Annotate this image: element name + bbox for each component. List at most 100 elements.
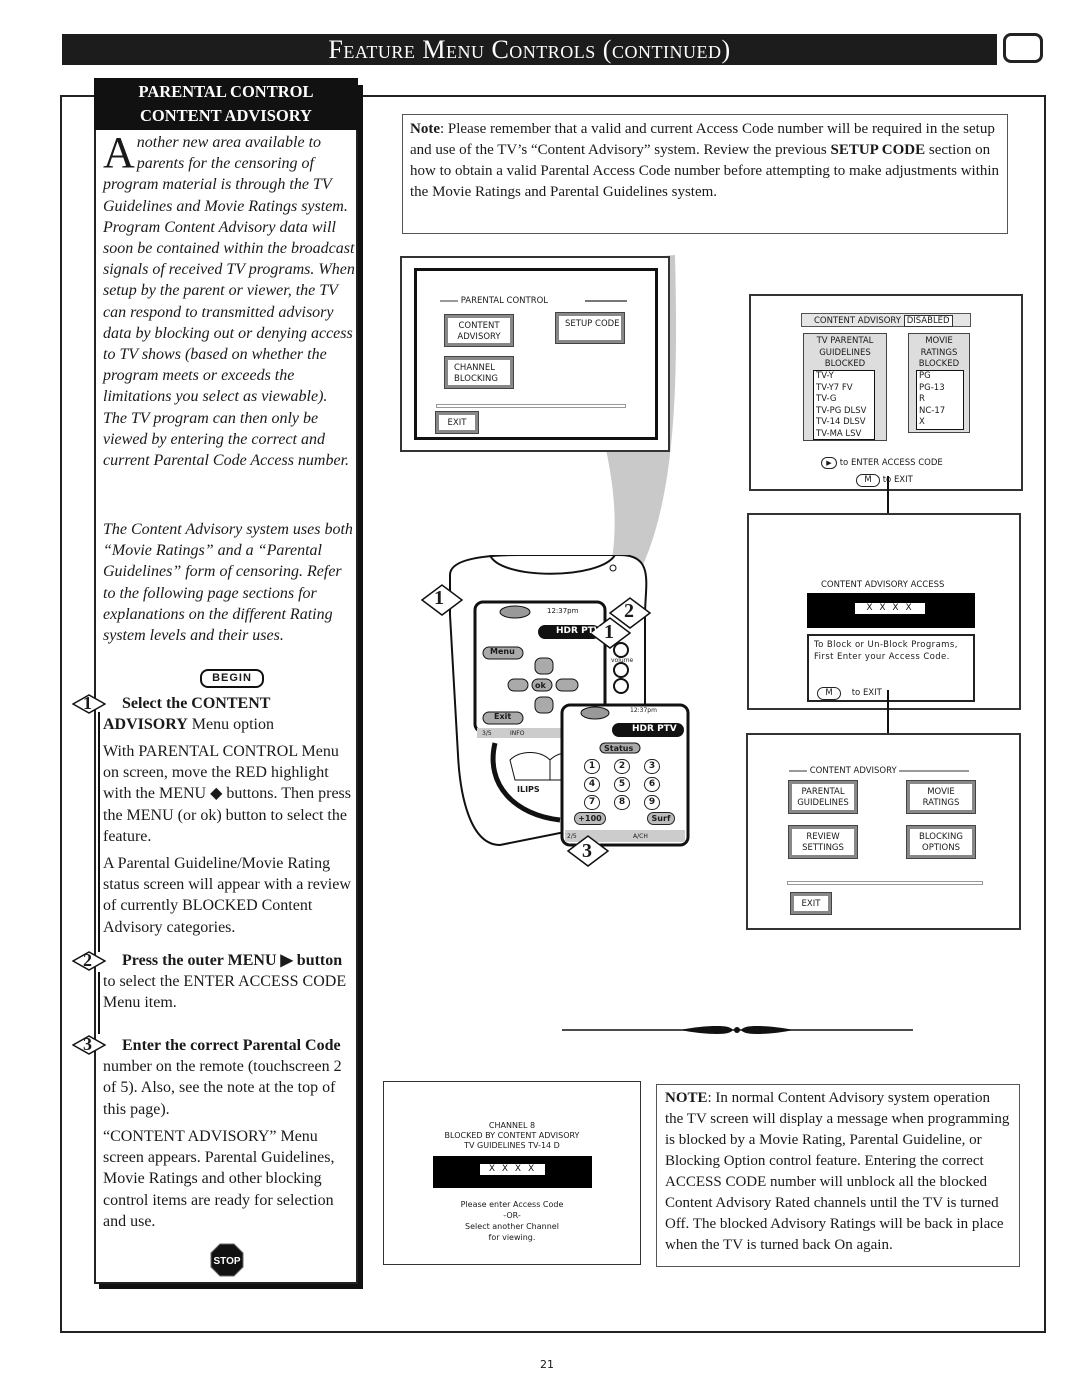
intro-paragraph-2: The Content Advisory system uses both “M… [103, 521, 353, 645]
parental-control-title: PARENTAL CONTROL [440, 296, 548, 306]
keypad-key[interactable]: 7 [584, 795, 600, 810]
remote-brand: ILIPS [517, 785, 540, 794]
keypad-key[interactable]: 8 [614, 795, 630, 810]
step-1-number: 1 [83, 693, 92, 713]
keypad-key[interactable]: 4 [584, 777, 600, 792]
callout-1b-number: 1 [604, 621, 614, 643]
remote-page-1: 3/5 [482, 730, 492, 737]
keypad-key[interactable]: 5 [614, 777, 630, 792]
bottom-note: NOTE: In normal Content Advisory system … [656, 1084, 1020, 1267]
menu-button-parental-guidelines[interactable]: PARENTAL GUIDELINES [788, 780, 858, 814]
step-2-number: 2 [83, 950, 92, 970]
intro-paragraph: Another new area available to parents fo… [103, 131, 355, 471]
remote-page-2: 2/5 [567, 833, 577, 840]
access-exit-hint-text: to EXIT [851, 688, 882, 698]
menu-button-exit[interactable]: EXIT [790, 892, 832, 915]
keypad-key[interactable]: 2 [614, 759, 630, 774]
step-3-body-1: “CONTENT ADVISORY” Menu screen appears. … [103, 1128, 335, 1230]
blocked-reason: BLOCKED BY CONTENT ADVISORY [444, 1131, 580, 1140]
menu-button-content-advisory[interactable]: CONTENT ADVISORY [444, 314, 514, 347]
menu-key-icon: M [817, 687, 841, 700]
stop-label: STOP [213, 1256, 240, 1267]
heading-line-1: PARENTAL CONTROL [138, 82, 314, 101]
flow-arrow-line [887, 690, 889, 735]
keypad-key[interactable]: 1 [584, 759, 600, 774]
remote-ok-label: ok [535, 681, 546, 690]
movie-rating-item: X [919, 417, 925, 427]
page-title-text: Feature Menu Controls (continued) [328, 35, 731, 64]
blocked-channel: CHANNEL 8 [488, 1121, 536, 1130]
step-3-number: 3 [83, 1034, 92, 1054]
content-advisory-menu-title-text: CONTENT ADVISORY [809, 766, 897, 776]
tv-rating-item: TV-MA LSV [816, 428, 862, 439]
keypad-key[interactable]: 6 [644, 777, 660, 792]
remote-device-label: HDR PTV [556, 626, 601, 636]
access-title: CONTENT ADVISORY ACCESS [821, 580, 945, 590]
tv-guidelines-list: TV-Y TV-Y7 FV TV-G TV-PG DLSV TV-14 DLSV… [813, 370, 875, 440]
top-note-bold: SETUP CODE [830, 142, 926, 158]
blocked-hints: Please enter Access Code -OR- Select ano… [383, 1199, 641, 1243]
enter-access-hint-text: to ENTER ACCESS CODE [839, 458, 943, 468]
menu-button-blocking-options[interactable]: BLOCKING OPTIONS [906, 825, 976, 859]
menu-button-review-settings[interactable]: REVIEW SETTINGS [788, 825, 858, 859]
step-3-title: Enter the correct Parental Code number o… [103, 1035, 355, 1120]
menu-key-icon: M [856, 474, 880, 487]
remote-volume-label: volume [611, 657, 634, 664]
stop-sign-icon: STOP [210, 1243, 244, 1277]
access-code-input[interactable]: X X X X [855, 603, 925, 614]
heading-line-2: CONTENT ADVISORY [140, 106, 312, 125]
step-1-body-2: A Parental Guideline/Movie Rating status… [103, 855, 351, 936]
content-advisory-status-bar: CONTENT ADVISORY DISABLED [801, 313, 971, 327]
tv-rating-item: TV-G [816, 394, 837, 404]
step-2-title-rest: to select the ENTER ACCESS CODE Menu ite… [103, 973, 347, 1012]
menu-button-setup-code[interactable]: SETUP CODE [555, 312, 625, 344]
remote-illustration [420, 555, 690, 867]
movie-rating-item: NC-17 [919, 405, 946, 416]
access-message: To Block or Un-Block Programs, First Ent… [814, 640, 958, 662]
step-1-title: Select the CONTENT ADVISORY Menu option [103, 693, 355, 735]
remote-device-label-2: HDR PTV [632, 724, 677, 734]
blocked-rating: TV GUIDELINES TV-14 D [464, 1141, 560, 1150]
step-connector-line [98, 712, 100, 952]
tv-screen-icon [1003, 33, 1043, 63]
blocked-hint: for viewing. [488, 1233, 536, 1242]
remote-exit-label: Exit [494, 712, 512, 721]
keypad-key[interactable]: 9 [644, 795, 660, 810]
remote-time: 12:37pm [547, 607, 579, 615]
blocked-message: CHANNEL 8 BLOCKED BY CONTENT ADVISORY TV… [383, 1121, 641, 1151]
ornamental-divider [562, 1026, 913, 1034]
right-arrow-key-icon: ▶ [821, 457, 837, 469]
movie-ratings-list: PG PG-13 R NC-17 X [916, 370, 964, 430]
intro-text: nother new area available to parents for… [103, 134, 355, 470]
keypad-key[interactable]: 3 [644, 759, 660, 774]
movie-ratings-heading: MOVIE RATINGS BLOCKED [918, 336, 960, 369]
access-exit-hint: M to EXIT [817, 687, 882, 700]
remote-time-2: 12:37pm [630, 707, 657, 714]
menu-divider [436, 404, 626, 408]
bottom-note-text: : In normal Content Advisory system oper… [665, 1090, 1010, 1253]
remote-surf-button[interactable]: Surf [647, 812, 675, 825]
sidebar-heading: PARENTAL CONTROL CONTENT ADVISORY [94, 78, 358, 130]
menu-divider [787, 881, 983, 885]
page-title: Feature Menu Controls (continued) [62, 34, 997, 65]
remote-plus100-button[interactable]: +100 [574, 812, 606, 825]
blocked-code-input[interactable]: X X X X [480, 1164, 545, 1175]
tv-rating-item: TV-14 DLSV [816, 417, 866, 427]
blocked-hint: -OR- [503, 1211, 521, 1220]
menu-button-movie-ratings[interactable]: MOVIE RATINGS [906, 780, 976, 814]
remote-info-label: INFO [510, 730, 525, 737]
parental-control-title-text: PARENTAL CONTROL [460, 296, 549, 306]
callout-2-number: 2 [624, 600, 634, 622]
step-1-body-1: With PARENTAL CONTROL Menu on screen, mo… [103, 743, 351, 845]
menu-button-exit[interactable]: EXIT [435, 411, 479, 434]
blocked-hint: Please enter Access Code [460, 1200, 564, 1209]
callout-3-number: 3 [582, 840, 592, 862]
remote-status-label: Status [604, 744, 634, 753]
movie-rating-item: PG [919, 371, 931, 381]
enter-access-hint: ▶ to ENTER ACCESS CODE [821, 457, 943, 469]
menu-button-channel-blocking[interactable]: CHANNEL BLOCKING [444, 356, 514, 389]
begin-badge: BEGIN [200, 669, 264, 688]
status-badge: DISABLED [903, 315, 953, 327]
top-note: Note: Please remember that a valid and c… [402, 114, 1008, 234]
page-number: 21 [540, 1358, 554, 1371]
